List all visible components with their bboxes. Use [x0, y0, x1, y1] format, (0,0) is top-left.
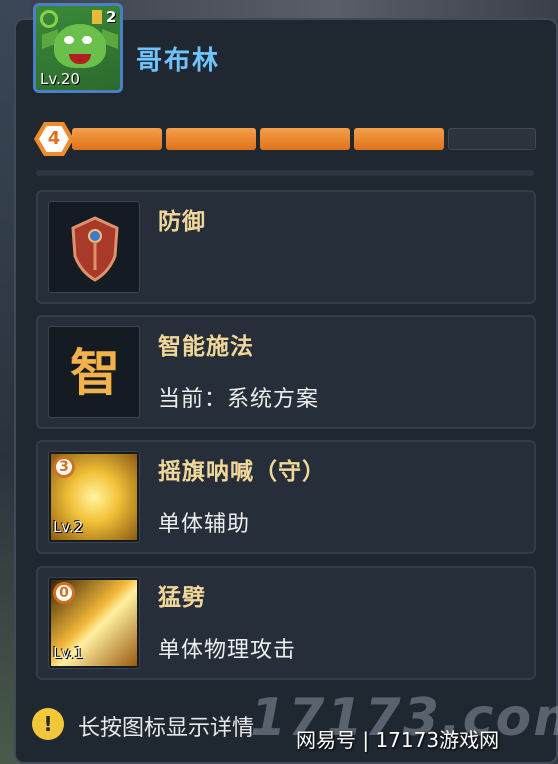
flag-icon [92, 10, 102, 24]
skill-level: Lv.1 [53, 644, 84, 662]
hero-count: 2 [106, 8, 117, 26]
axe-skill-icon[interactable]: 0 Lv.1 [48, 577, 140, 669]
skill-cost-badge: 0 [53, 582, 75, 604]
star-badge-number: 4 [47, 128, 61, 149]
shield-icon[interactable] [48, 201, 140, 293]
hero-portrait[interactable]: 2 Lv.20 [33, 3, 123, 93]
hero-level: Lv.20 [40, 70, 80, 88]
card-subtitle: 单体物理攻击 [158, 638, 297, 663]
skill-cost-badge: 3 [53, 456, 75, 478]
card-title: 摇旗呐喊（守） [158, 459, 326, 485]
skill-card-flag-shout[interactable]: 3 Lv.2 摇旗呐喊（守） 单体辅助 [36, 440, 536, 554]
star-progress-bar: 4 [34, 122, 536, 156]
skill-level: Lv.2 [53, 518, 84, 536]
progress-segment-5 [448, 128, 536, 150]
hero-name: 哥布林 [136, 46, 221, 76]
watermark-caption: 网易号 | 17173游戏网 [296, 728, 500, 752]
goblin-eye-right [82, 36, 92, 44]
progress-segment-3 [260, 128, 350, 150]
ring-icon [40, 10, 58, 28]
progress-segment-2 [166, 128, 256, 150]
star-badge: 4 [34, 122, 74, 156]
card-title: 猛劈 [158, 585, 206, 611]
flag-skill-icon[interactable]: 3 Lv.2 [48, 451, 140, 543]
progress-segment-4 [354, 128, 444, 150]
skill-card-cleave[interactable]: 0 Lv.1 猛劈 单体物理攻击 [36, 566, 536, 680]
card-subtitle: 当前：系统方案 [158, 387, 320, 412]
footer-hint-text: 长按图标显示详情 [78, 716, 255, 741]
skill-card-smart-cast[interactable]: 智 智能施法 当前：系统方案 [36, 315, 536, 429]
goblin-eye-left [64, 36, 74, 44]
zhi-glyph: 智 [70, 344, 120, 402]
skill-card-defense[interactable]: 防御 [36, 190, 536, 304]
zhi-icon[interactable]: 智 [48, 326, 140, 418]
progress-segment-1 [72, 128, 162, 150]
card-subtitle: 单体辅助 [158, 512, 251, 537]
card-title: 智能施法 [158, 334, 254, 360]
divider [36, 170, 534, 176]
exclamation-icon: ! [32, 708, 64, 740]
card-title: 防御 [158, 209, 206, 235]
